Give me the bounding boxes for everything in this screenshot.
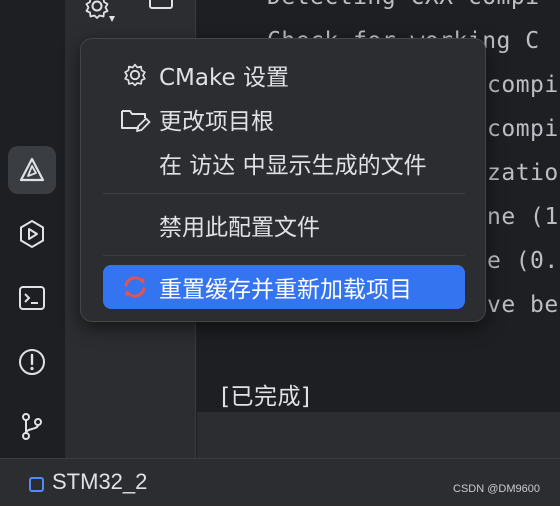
menu-item-reveal-in-finder[interactable]: 在 访达 中显示生成的文件 (103, 141, 465, 185)
run-icon (20, 219, 44, 249)
menu-item-label: CMake 设置 (159, 65, 289, 91)
cmake-options-menu: CMake 设置 更改项目根 在 访达 中显示生成的文件 禁用此配置文件 重置缓… (80, 38, 486, 322)
menu-item-label: 更改项目根 (159, 109, 274, 135)
toolbar-folder-icon[interactable] (147, 0, 177, 10)
gear-icon (119, 59, 151, 91)
terminal-icon (19, 286, 45, 310)
console-line: compi (487, 72, 559, 98)
menu-item-label: 在 访达 中显示生成的文件 (159, 153, 427, 179)
tool-window-rail (0, 0, 66, 458)
folder-edit-icon (119, 103, 151, 135)
project-icon (29, 477, 44, 492)
menu-item-disable-profile[interactable]: 禁用此配置文件 (103, 203, 465, 247)
git-tool-button[interactable] (8, 402, 56, 450)
menu-item-change-project-root[interactable]: 更改项目根 (103, 97, 465, 141)
menu-separator (103, 193, 465, 194)
console-line: zation (487, 160, 560, 186)
menu-separator (103, 255, 465, 256)
menu-item-reset-cache-reload[interactable]: 重置缓存并重新加载项目 (103, 265, 465, 309)
console-footer (197, 412, 560, 458)
terminal-tool-button[interactable] (8, 274, 56, 322)
project-name[interactable]: STM32_2 (52, 469, 147, 495)
cmake-icon (19, 157, 45, 182)
git-icon (22, 413, 42, 440)
menu-item-label: 禁用此配置文件 (159, 215, 320, 241)
reload-icon (119, 271, 151, 303)
cmake-tool-button[interactable] (8, 146, 56, 194)
problems-tool-button[interactable] (8, 338, 56, 386)
menu-item-label: 重置缓存并重新加载项目 (159, 277, 412, 303)
console-line: e (0. (487, 248, 559, 274)
run-tool-button[interactable] (8, 210, 56, 258)
menu-item-cmake-settings[interactable]: CMake 设置 (103, 53, 465, 97)
console-line: compi (487, 116, 559, 142)
problems-icon (19, 349, 45, 375)
watermark: CSDN @DM9600 (453, 483, 540, 495)
console-line: ve be (487, 292, 559, 318)
console-line: Detecting CXX compi (267, 0, 540, 10)
console-line: ne (1 (487, 204, 559, 230)
settings-gear-icon[interactable] (82, 0, 116, 28)
console-status: [已完成] (221, 384, 311, 410)
